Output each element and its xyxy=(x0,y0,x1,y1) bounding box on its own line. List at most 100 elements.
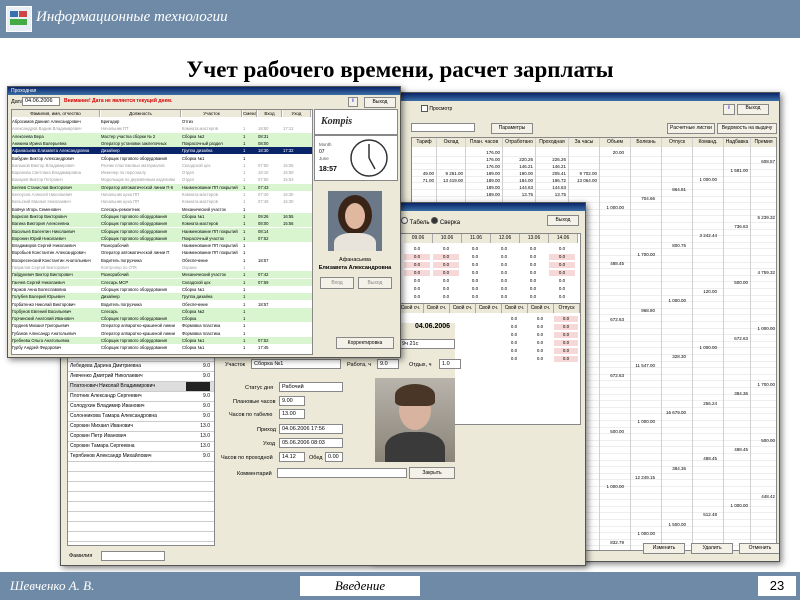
employee-row[interactable]: Солонникова Тамара Александровна 9.0 xyxy=(68,412,214,422)
gate-row[interactable]: Гаврилов Сергей Викторович Контролер по О… xyxy=(12,264,312,271)
leave-input[interactable]: 05.06.2006 08:03 xyxy=(279,438,343,448)
gate-row[interactable]: Горбунов Евгений Васильевич Слесарь Сборка… xyxy=(12,307,312,315)
section-input[interactable]: Сборка №1 xyxy=(251,359,341,369)
col-per-hours[interactable]: За часы xyxy=(569,138,600,147)
gate-row[interactable]: Беляев Станислав Викторович Оператор авто… xyxy=(12,183,312,191)
gate-row[interactable]: Бельский Михаил Николаевич Начальник цеха… xyxy=(12,198,312,206)
date-header[interactable]: 09.06 xyxy=(404,234,433,243)
work-input[interactable]: 9.0 xyxy=(377,359,399,369)
gate-row[interactable]: Аникина Ирина Валерьевна Оператор установ… xyxy=(12,139,312,147)
gate-col-header[interactable]: Уход xyxy=(283,110,311,117)
cancel-button[interactable]: Отменить xyxy=(739,543,779,554)
employee-row[interactable]: Плотник Александр Сергеевич 9.0 xyxy=(68,392,214,402)
period-select[interactable] xyxy=(411,123,475,132)
gate-row[interactable]: Воскресенский Константин Анатольевич Води… xyxy=(12,256,312,264)
comment-input[interactable] xyxy=(277,468,407,478)
gate-row[interactable]: Гаржов Анна Болеславовна Сборщик торговог… xyxy=(12,285,312,293)
timesheet-close-button[interactable]: Выход xyxy=(547,215,579,226)
gate-row[interactable]: Абросимов Даниил Александрович Бригадир От… xyxy=(12,118,312,125)
gate-row[interactable]: Гаичев Сергей Николаевич Слесарь МСР Склад… xyxy=(12,278,312,286)
employee-row[interactable]: Сорокин Петр Иванович 13.0 xyxy=(68,432,214,442)
gate-row[interactable]: Бахарев Виктор Петрович Модельщик по дере… xyxy=(12,176,312,184)
params-button[interactable]: Параметры xyxy=(491,123,533,134)
gate-row[interactable]: Васильев Валентин Николаевич Сборщик торг… xyxy=(12,227,312,235)
gate-row[interactable]: Белоусов Алексей Николаевич Начальник цех… xyxy=(12,191,312,198)
salary-close-button[interactable]: Выход xyxy=(737,104,769,115)
date-input[interactable]: 04.06.2006 xyxy=(22,97,60,106)
employee-row[interactable]: Лебедева Дарина Дмитриевна 9.0 xyxy=(68,362,214,372)
employee-row[interactable]: Левченко Дмитрий Николаевич 9.0 xyxy=(68,372,214,382)
date-header[interactable]: 11.06 xyxy=(462,234,491,243)
col-gate[interactable]: Проходная xyxy=(536,138,569,147)
gate-row[interactable]: Бовчук Игорь Семенович Слесарь-ремонтник М… xyxy=(12,205,312,213)
lunch-input[interactable]: 0.00 xyxy=(325,452,343,462)
col-tariff[interactable]: Тариф xyxy=(412,138,437,147)
gate-row[interactable]: Гребнева Ольга Анатольевна Сборщик торгов… xyxy=(12,337,312,344)
sub-header[interactable]: Свой сч. xyxy=(424,304,450,313)
gate-help-icon[interactable]: i xyxy=(348,97,358,107)
out-button[interactable]: Выход xyxy=(358,277,392,289)
arrival-input[interactable]: 04.06.2006 17:56 xyxy=(279,424,343,434)
employee-row[interactable]: Терябинов Александр Михайлович 9.0 xyxy=(68,452,214,462)
gate-col-header[interactable]: Смена xyxy=(243,110,257,117)
gate-row[interactable]: Борисов Виктор Викторович Сборщик торгово… xyxy=(12,212,312,220)
gate-row[interactable]: Вагина Виктория Алексеевна Сборщик торгов… xyxy=(12,220,312,228)
tab-check[interactable]: Сверка xyxy=(440,220,460,226)
gate-row[interactable]: Александров Вадим Владимирович Начальник … xyxy=(12,125,312,133)
delete-button[interactable]: Удалить xyxy=(691,543,733,554)
employee-row[interactable]: Солодухин Владимир Иванович 9.0 xyxy=(68,402,214,412)
gate-close-button[interactable]: Выход xyxy=(364,97,396,108)
gate-col-header[interactable]: Фамилия, имя, отчество xyxy=(12,110,100,117)
gate-row[interactable]: Балашов Виктор Владимирович Резчик пласти… xyxy=(12,161,312,169)
gate-row[interactable]: Афанасьева Елизавета Александровна Дизайн… xyxy=(12,147,312,155)
col-worked[interactable]: Отработано xyxy=(503,138,536,147)
gate-row[interactable]: Горчинский Анатолий Иванович Сборщик торг… xyxy=(12,315,312,323)
statement-button[interactable]: Ведомость на выдачу xyxy=(717,123,777,134)
col-volume[interactable]: Объем xyxy=(600,138,631,147)
gate-row[interactable]: Алексеева Вера Мастер участка сборки № 2 С… xyxy=(12,132,312,140)
date-header[interactable]: 10.06 xyxy=(433,234,462,243)
gate-row[interactable]: Баранова Светлана Владимировна Инженер по… xyxy=(12,169,312,177)
edit-button[interactable]: Изменить xyxy=(643,543,685,554)
close-form-button[interactable]: Закрыть xyxy=(409,467,455,479)
employee-row[interactable]: Сорокин Михаил Иванович 13.0 xyxy=(68,422,214,432)
gate-row[interactable]: Воробьев Константин Александрович Операто… xyxy=(12,249,312,257)
sub-header[interactable]: Свой сч. xyxy=(398,304,424,313)
correct-button[interactable]: Корректировка xyxy=(336,337,394,349)
gate-row[interactable]: Гайдукевич Виктор Викторович Разнорабочий… xyxy=(12,271,312,279)
date-header[interactable]: 13.06 xyxy=(520,234,549,243)
surname-input[interactable] xyxy=(101,551,165,561)
calc-sheets-button[interactable]: Расчетные листки xyxy=(667,123,715,134)
gate-row[interactable]: Голубев Валерий Юрьевич Дизайнер Группа ди… xyxy=(12,293,312,301)
gate-col-header[interactable]: Должность xyxy=(101,110,181,117)
sub-header[interactable]: Свой сч. xyxy=(502,304,528,313)
col-sick[interactable]: Болезнь xyxy=(631,138,662,147)
gate-row[interactable]: Воронин Юрий Николаевич Сборщик торгового… xyxy=(12,234,312,242)
gate-col-header[interactable]: Участок xyxy=(182,110,242,117)
col-salary[interactable]: Оклад xyxy=(437,138,466,147)
status-input[interactable]: Рабочий xyxy=(279,382,343,392)
col-vacation[interactable]: Отпуск xyxy=(662,138,693,147)
date-header[interactable]: 14.06 xyxy=(549,234,578,243)
gate-hours-input[interactable]: 14.12 xyxy=(279,452,305,462)
gate-row[interactable]: Горбатенко Николай Викторович Водитель по… xyxy=(12,300,312,308)
gate-row[interactable]: Гурбу Андрей Федорович Сборщик торгового … xyxy=(12,344,312,352)
in-button[interactable]: Вход xyxy=(320,277,354,289)
gate-col-header[interactable]: Вход xyxy=(258,110,282,117)
employee-row[interactable]: Сорокин Тамара Сергеевна 13.0 xyxy=(68,442,214,452)
gate-row[interactable]: Гордеев Михаил Григорьевич Оператор аппар… xyxy=(12,322,312,330)
employee-row[interactable]: Платонович Николай Владимирович xyxy=(68,382,214,392)
col-trip[interactable]: Команд. xyxy=(693,138,724,147)
gate-row[interactable]: Бабурин Виктор Александрович Сборщик торг… xyxy=(12,154,312,162)
rest-input[interactable]: 1.0 xyxy=(439,359,461,369)
col-premium[interactable]: Премия xyxy=(751,138,776,147)
gate-row[interactable]: Губанов Александр Анатольевич Оператор ап… xyxy=(12,329,312,337)
col-plan-hours[interactable]: План. часов xyxy=(466,138,503,147)
gate-row[interactable]: Владимиров Сергей Николаевич Разнорабочий… xyxy=(12,242,312,250)
help-icon[interactable]: i xyxy=(723,104,735,115)
date-header[interactable]: 12.06 xyxy=(491,234,520,243)
sheet-hours-input[interactable]: 13.00 xyxy=(279,409,305,419)
tab-check-radio[interactable] xyxy=(431,217,439,224)
col-bonus[interactable]: Надбавка xyxy=(724,138,751,147)
salary-row[interactable]: 189.00 144.63 144.63 xyxy=(412,185,776,191)
